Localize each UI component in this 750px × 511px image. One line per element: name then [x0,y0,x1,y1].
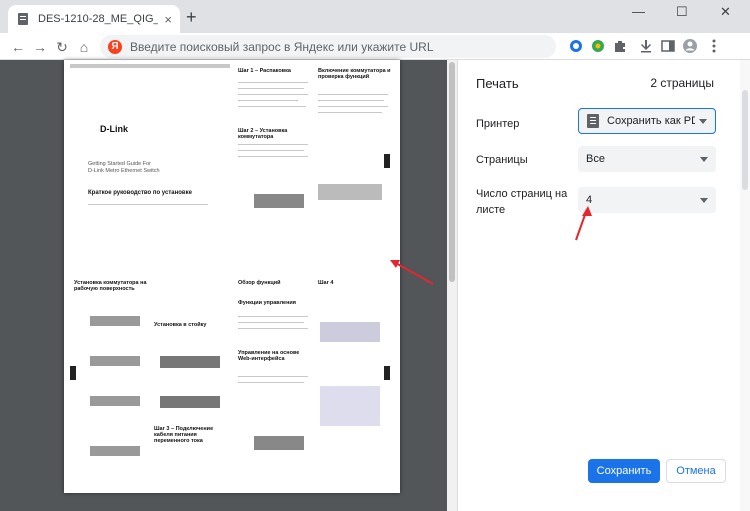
switch-illustration [254,194,304,208]
text-line [238,82,308,83]
control-heading: Функции управления [238,300,296,306]
text-line [318,94,388,95]
page-tab-marker [70,366,76,380]
forward-button[interactable]: → [30,37,50,57]
text-line [318,100,384,101]
yandex-logo-icon: Я [108,39,122,54]
text-line [238,94,308,95]
cancel-button[interactable]: Отмена [666,459,726,483]
right-section-heading: Включение коммутатора и проверка функций [318,68,391,80]
switch-illustration [90,446,140,456]
desk-install-heading: Установка коммутатора на рабочую поверхн… [74,280,147,292]
printer-label: Принтер [476,118,520,130]
browser-toolbar: ← → ↻ ⌂ Я Введите поисковый запрос в Янд… [0,33,750,60]
omnibox[interactable]: Я Введите поисковый запрос в Яндекс или … [100,35,556,58]
step1-heading: Шаг 1 – Распаковка [238,68,291,74]
menu-icon[interactable] [706,38,722,54]
text-line [238,156,308,157]
steps-quadrant: Шаг 1 – Распаковка Включение коммутатора… [234,64,394,264]
tab-active[interactable]: DES-1210-28_ME_QIG_v2.01(WW × [8,5,180,33]
switch-illustration [90,356,140,366]
text-line [238,322,304,323]
back-button[interactable]: ← [8,37,28,57]
cover-top-bar [70,64,230,68]
print-preview: D-Link Getting Started Guide For D-Link … [0,60,457,511]
chevron-down-icon [699,118,707,124]
text-line [238,88,304,89]
rack-install-heading: Установка в стойку [154,322,207,328]
printer-select[interactable]: Сохранить как PDF [578,108,716,134]
puzzle-icon[interactable] [612,38,628,54]
text-line [238,328,308,329]
preview-scrollbar-thumb[interactable] [449,62,455,282]
cover-title-2: D-Link Metro Ethernet Switch [88,168,160,174]
print-title: Печать [476,76,519,91]
web-heading: Управление на основе Web-интерфейса [238,350,300,362]
per-sheet-select[interactable]: 4 [578,187,716,213]
cover-rule [88,204,208,205]
panel-illustration [318,184,382,200]
text-line [238,382,304,383]
cover-title-1: Getting Started Guide For [88,161,151,167]
page-tab-marker [384,154,390,168]
preview-page[interactable]: D-Link Getting Started Guide For D-Link … [64,60,400,493]
text-line [318,106,388,107]
maximize-button[interactable]: ☐ [676,4,688,20]
pages-select[interactable]: Все [578,146,716,172]
omnibox-placeholder: Введите поисковый запрос в Яндекс или ук… [130,39,434,54]
rack-illustration [160,356,220,368]
tab-close-icon[interactable]: × [164,12,172,27]
page-tab-marker [384,366,390,380]
panel-scrollbar-thumb[interactable] [742,90,748,190]
tab-title: DES-1210-28_ME_QIG_v2.01(WW [38,13,158,25]
profile-icon[interactable] [682,38,698,54]
pdf-file-icon [587,114,599,128]
text-line [238,106,306,107]
text-line [238,100,298,101]
chevron-down-icon [700,156,708,162]
text-line [238,144,308,145]
cover-subtitle: Краткое руководство по установке [88,190,192,196]
save-button[interactable]: Сохранить [588,459,660,483]
switch-illustration [90,316,140,326]
page-count: 2 страницы [650,76,714,90]
download-icon[interactable] [638,38,654,54]
text-line [238,376,308,377]
chevron-down-icon [700,197,708,203]
screen-illustration [320,386,380,426]
pages-label: Страницы [476,154,528,166]
install-quadrant: Установка коммутатора на рабочую поверхн… [70,276,230,486]
sidebar-icon[interactable] [660,38,676,54]
document-icon [18,13,28,25]
close-window-button[interactable]: ✕ [720,4,731,20]
step4-heading: Шаг 4 [318,280,334,286]
text-line [318,112,382,113]
step2-heading: Шаг 2 – Установка коммутатора [238,128,288,140]
new-tab-button[interactable]: + [186,8,197,26]
cover-brand: D-Link [100,124,128,134]
per-sheet-value: 4 [586,194,593,206]
screen-illustration [320,322,380,342]
switch-illustration [90,396,140,406]
home-button[interactable]: ⌂ [74,37,94,57]
overview-heading: Обзор функций [238,280,281,286]
reload-button[interactable]: ↻ [52,37,72,57]
features-quadrant: Обзор функций Шаг 4 Функции управления У… [234,276,394,486]
rack-illustration [160,396,220,408]
extension-green-icon[interactable] [590,38,606,54]
pages-value: Все [586,153,605,165]
minimize-button[interactable]: — [632,4,645,19]
per-sheet-label: Число страниц на листе [476,188,568,216]
step3-heading: Шаг 3 – Подключение кабеля питания перем… [154,426,214,444]
printer-value: Сохранить как PDF [607,115,695,127]
extension-blue-icon[interactable] [568,38,584,54]
cover-quadrant: D-Link Getting Started Guide For D-Link … [70,64,230,264]
tab-strip: DES-1210-28_ME_QIG_v2.01(WW × + — ☐ ✕ [0,0,750,33]
text-line [238,150,304,151]
switch-illustration [254,436,304,450]
print-settings-panel: Печать 2 страницы Принтер Сохранить как … [457,60,750,511]
text-line [238,316,308,317]
